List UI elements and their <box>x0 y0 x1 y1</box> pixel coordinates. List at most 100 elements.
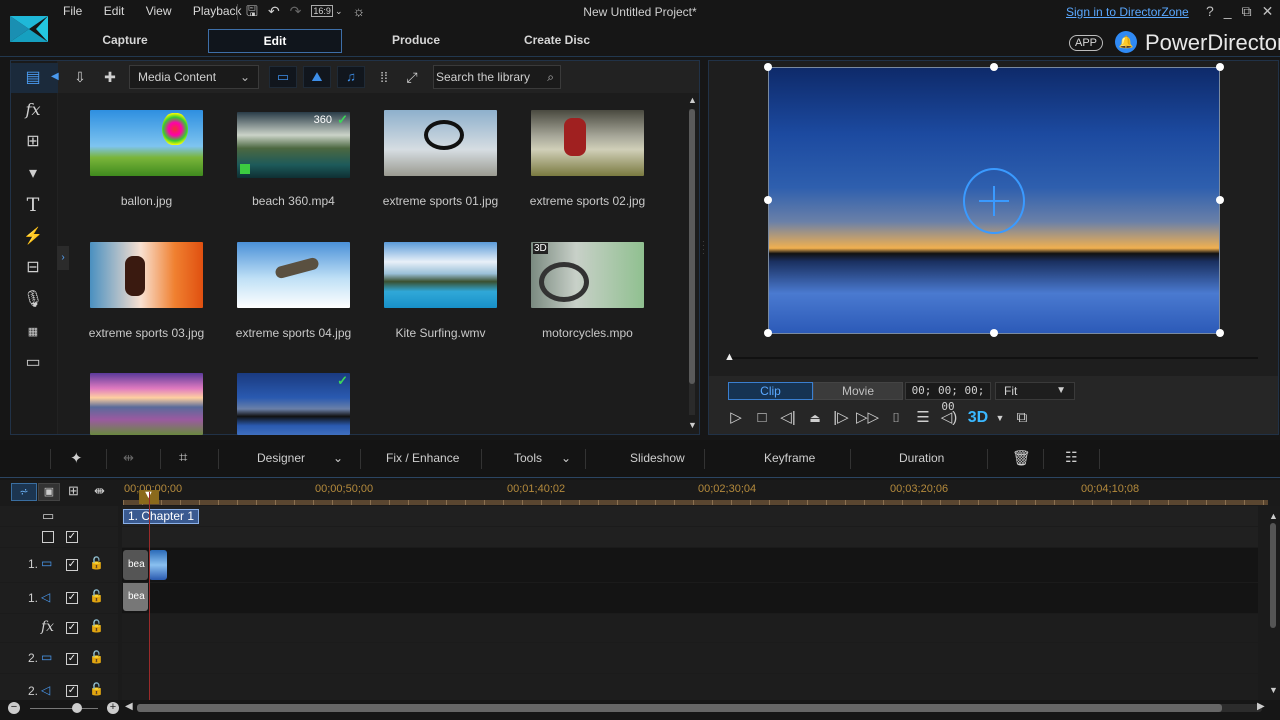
track-enable-checkbox[interactable]: ✓ <box>66 559 78 571</box>
sort-icon[interactable]: ⁞⁞ <box>373 65 395 89</box>
pip-objects-icon[interactable]: ⊞ <box>21 131 45 153</box>
snapshot-icon[interactable]: ⌷ <box>885 407 907 429</box>
gear-icon[interactable]: ☼ <box>352 3 365 19</box>
timeline-audio-clip[interactable]: bea <box>123 583 148 611</box>
storyboard-view-button[interactable]: ▣ <box>38 483 60 501</box>
fit-timeline-icon[interactable]: ⇼ <box>94 483 105 499</box>
menu-file[interactable]: File <box>63 4 82 18</box>
scroll-down-icon[interactable]: ▼ <box>1269 685 1278 695</box>
3d-mode-button[interactable]: 3D <box>967 407 989 429</box>
scroll-up-icon[interactable]: ▲ <box>688 95 697 105</box>
aspect-ratio-select[interactable]: 16:9 <box>311 5 333 17</box>
panel-resize-handle[interactable]: · · · · <box>702 238 705 258</box>
unlock-icon[interactable]: 🔓 <box>89 589 104 603</box>
chevron-down-icon[interactable]: ⌄ <box>333 451 343 465</box>
zoom-slider-handle[interactable] <box>72 703 82 713</box>
media-thumbnail[interactable] <box>531 110 644 176</box>
scroll-right-icon[interactable]: ▶ <box>1257 701 1265 712</box>
media-thumbnail[interactable] <box>384 242 497 308</box>
tools-button[interactable]: Tools <box>514 451 542 465</box>
minimize-button[interactable]: _ <box>1224 3 1232 20</box>
media-thumbnail[interactable] <box>90 110 203 176</box>
close-button[interactable]: ✕ <box>1262 3 1274 20</box>
subtitle-toggle-icon[interactable]: ☰ <box>912 407 934 429</box>
duration-button[interactable]: Duration <box>899 451 944 465</box>
zoom-out-button[interactable]: − <box>8 702 20 714</box>
particle-icon[interactable]: ▾ <box>21 163 45 185</box>
keyframe-button[interactable]: Keyframe <box>764 451 815 465</box>
track-enable-checkbox[interactable]: ✓ <box>66 622 78 634</box>
resize-handle[interactable] <box>1216 329 1224 337</box>
next-frame-icon[interactable]: |▷ <box>830 407 852 429</box>
media-thumbnail[interactable] <box>90 242 203 308</box>
timecode-display[interactable]: 00; 00; 00; 00 <box>905 382 991 413</box>
resize-handle[interactable] <box>1216 63 1224 71</box>
scroll-down-icon[interactable]: ▼ <box>688 420 697 430</box>
plugins-icon[interactable]: ✚ <box>99 65 121 89</box>
timeline-horizontal-scrollbar[interactable] <box>137 704 1262 712</box>
fx-icon[interactable]: fx <box>21 99 45 121</box>
media-thumbnail[interactable]: ✓ <box>237 373 350 435</box>
voice-over-icon[interactable]: 🎙 <box>21 289 45 311</box>
undo-icon[interactable]: ↶ <box>268 3 280 19</box>
add-track-icon[interactable]: ⊞ <box>68 483 79 499</box>
transition-icon[interactable]: ⚡ <box>21 226 45 248</box>
media-room-icon[interactable]: ▤ <box>21 67 45 89</box>
zoom-in-button[interactable]: + <box>107 702 119 714</box>
tab-create-disc[interactable]: Create Disc <box>490 29 624 53</box>
search-icon[interactable]: ⌕ <box>547 66 554 88</box>
fast-forward-icon[interactable]: ▷▷ <box>856 407 879 429</box>
trash-icon[interactable]: 🗑 <box>1012 449 1031 467</box>
import-media-icon[interactable]: ⇩ <box>69 65 91 89</box>
video-filter-button[interactable]: ▭ <box>269 66 297 88</box>
previous-frame-icon[interactable]: ◁| <box>777 407 799 429</box>
media-thumbnail[interactable]: 3D <box>531 242 644 308</box>
scroll-left-icon[interactable]: ◀ <box>125 701 133 712</box>
unlock-icon[interactable]: 🔓 <box>89 682 104 696</box>
slider-handle-icon[interactable]: ▲ <box>724 351 735 363</box>
image-filter-button[interactable]: ⛰ <box>303 66 331 88</box>
app-button[interactable]: APP <box>1069 35 1104 51</box>
preview-position-slider[interactable] <box>731 357 1258 359</box>
scroll-thumb[interactable] <box>137 704 1222 712</box>
timeline-clip[interactable] <box>149 550 167 580</box>
chevron-down-icon[interactable]: ▼ <box>989 407 1011 429</box>
resize-handle[interactable] <box>764 63 772 71</box>
scroll-up-icon[interactable]: ▲ <box>1269 511 1278 521</box>
play-icon[interactable]: ▷ <box>725 407 747 429</box>
timeline-zoom-slider[interactable] <box>30 708 98 709</box>
track-enable-checkbox[interactable]: ✓ <box>66 653 78 665</box>
audio-mixing-icon[interactable]: ⊟ <box>21 257 45 279</box>
scroll-thumb[interactable] <box>689 109 695 384</box>
timeline-clip[interactable]: bea <box>123 550 148 580</box>
help-button[interactable]: ? <box>1206 3 1214 20</box>
move-handle-icon[interactable] <box>963 168 1025 234</box>
preview-image[interactable] <box>768 67 1220 334</box>
resize-handle[interactable] <box>764 329 772 337</box>
library-scrollbar[interactable]: ▲ ▼ <box>687 95 697 431</box>
restore-button[interactable]: ⧉ <box>1242 3 1252 20</box>
redo-icon[interactable]: ↷ <box>290 3 302 19</box>
movie-mode-button[interactable]: Movie <box>813 382 903 400</box>
chapter-icon[interactable]: ▦ <box>21 321 45 343</box>
zoom-select[interactable]: Fit ▼ <box>995 382 1075 400</box>
title-icon[interactable]: T <box>21 194 45 216</box>
stop-icon[interactable]: □ <box>751 407 773 429</box>
fix-enhance-button[interactable]: Fix / Enhance <box>386 451 459 465</box>
media-thumbnail[interactable] <box>384 110 497 176</box>
menu-playback[interactable]: Playback <box>193 4 242 18</box>
chapter-marker[interactable]: 1. Chapter 1 <box>123 509 200 524</box>
unlock-icon[interactable]: 🔓 <box>89 619 104 633</box>
audio-filter-button[interactable]: ♫ <box>337 66 365 88</box>
collapse-arrow-icon[interactable]: ◀ <box>51 71 59 82</box>
crop-icon[interactable]: ⌗ <box>179 449 187 466</box>
slideshow-button[interactable]: Slideshow <box>630 451 685 465</box>
magic-tools-icon[interactable]: ✦ <box>70 449 83 467</box>
media-content-select[interactable]: Media Content ⌄ <box>129 65 259 89</box>
mark-icon[interactable]: ⏏ <box>804 407 826 429</box>
notification-bell-icon[interactable]: 🔔 <box>1115 31 1137 53</box>
resize-handle[interactable] <box>764 196 772 204</box>
media-thumbnail[interactable]: 360 ✓ <box>237 112 350 178</box>
clip-properties-icon[interactable]: ☷ <box>1065 449 1078 466</box>
save-icon[interactable]: 🖫 <box>246 3 258 19</box>
